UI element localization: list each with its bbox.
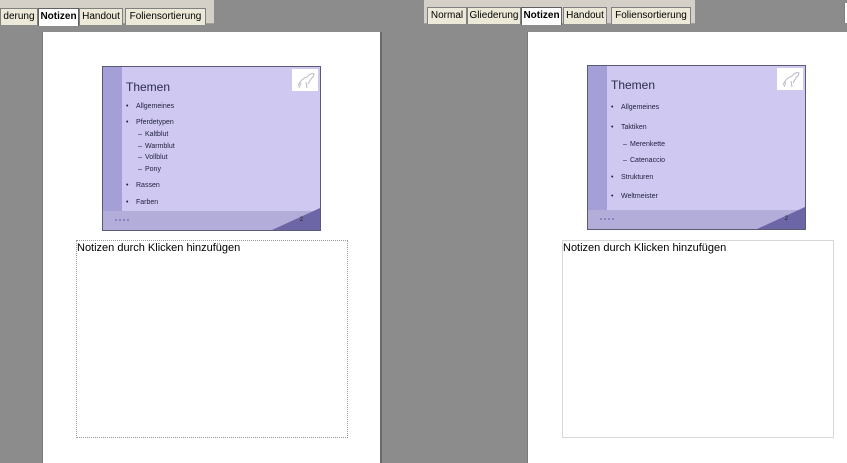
tab-gliederung[interactable]: derung — [0, 8, 38, 25]
tab-bar-empty-area — [695, 0, 847, 24]
slide-sub-bullet: Merenkette — [623, 141, 665, 148]
tab-normal[interactable]: Normal — [427, 7, 467, 24]
horse-logo-icon — [777, 68, 803, 90]
notes-placeholder-box[interactable]: Notizen durch Klicken hinzufügen — [562, 240, 834, 438]
slide-title: Themen — [126, 80, 171, 94]
left-notes-view: derung Notizen Handout Foliensortierung … — [0, 0, 424, 463]
right-notes-view: Normal Gliederung Notizen Handout Folien… — [424, 0, 847, 463]
slide-corner-decoration — [757, 207, 805, 229]
slide-title: Themen — [611, 78, 656, 92]
slide-sub-bullet: Catenaccio — [623, 157, 665, 164]
tab-bar-empty-area — [214, 0, 424, 24]
slide-side-band — [103, 67, 122, 230]
tab-handout[interactable]: Handout — [563, 7, 607, 24]
tab-notizen[interactable]: Notizen — [38, 8, 79, 26]
tab-notizen[interactable]: Notizen — [521, 7, 562, 25]
slide-bullet: Allgemeines — [126, 103, 174, 110]
slide-side-band — [588, 66, 607, 229]
notes-placeholder-text: Notizen durch Klicken hinzufügen — [563, 242, 727, 254]
slide-number: 2 — [299, 217, 303, 223]
slide-bullet: Weltmeister — [611, 193, 658, 200]
slide-sub-bullet: Warmblut — [138, 143, 175, 150]
slide-thumbnail[interactable]: 2 Themen Allgemeines Taktiken Merenkette… — [587, 65, 806, 230]
slide-sub-bullet: Vollblut — [138, 154, 167, 161]
slide-bullet: Strukturen — [611, 174, 653, 181]
slide-footer-dots — [600, 218, 614, 221]
tab-foliensortierung[interactable]: Foliensortierung — [125, 8, 206, 25]
view-tab-bar: Normal Gliederung Notizen Handout Folien… — [424, 0, 847, 25]
slide-thumbnail[interactable]: 2 Themen Allgemeines Pferdetypen Kaltblu… — [102, 66, 321, 231]
tab-foliensortierung[interactable]: Foliensortierung — [611, 7, 691, 24]
slide-footer-dots — [115, 219, 129, 222]
slide-bullet: Rassen — [126, 182, 160, 189]
notes-placeholder-box[interactable]: Notizen durch Klicken hinzufügen — [76, 240, 348, 438]
tab-gliederung[interactable]: Gliederung — [467, 7, 521, 24]
notes-placeholder-text: Notizen durch Klicken hinzufügen — [77, 242, 241, 254]
slide-bullet: Allgemeines — [611, 104, 659, 111]
slide-sub-bullet: Kaltblut — [138, 131, 168, 138]
notes-page: 2 Themen Allgemeines Taktiken Merenkette… — [527, 32, 847, 463]
horse-logo-icon — [292, 69, 318, 91]
slide-bullet: Farben — [126, 199, 158, 206]
notes-page: 2 Themen Allgemeines Pferdetypen Kaltblu… — [42, 32, 382, 463]
slide-number: 2 — [784, 216, 788, 222]
tab-handout[interactable]: Handout — [79, 8, 123, 25]
slide-corner-decoration — [272, 208, 320, 230]
slide-bullet: Pferdetypen — [126, 119, 174, 126]
view-tab-bar: derung Notizen Handout Foliensortierung — [0, 0, 424, 26]
slide-sub-bullet: Pony — [138, 166, 161, 173]
slide-bullet: Taktiken — [611, 124, 647, 131]
